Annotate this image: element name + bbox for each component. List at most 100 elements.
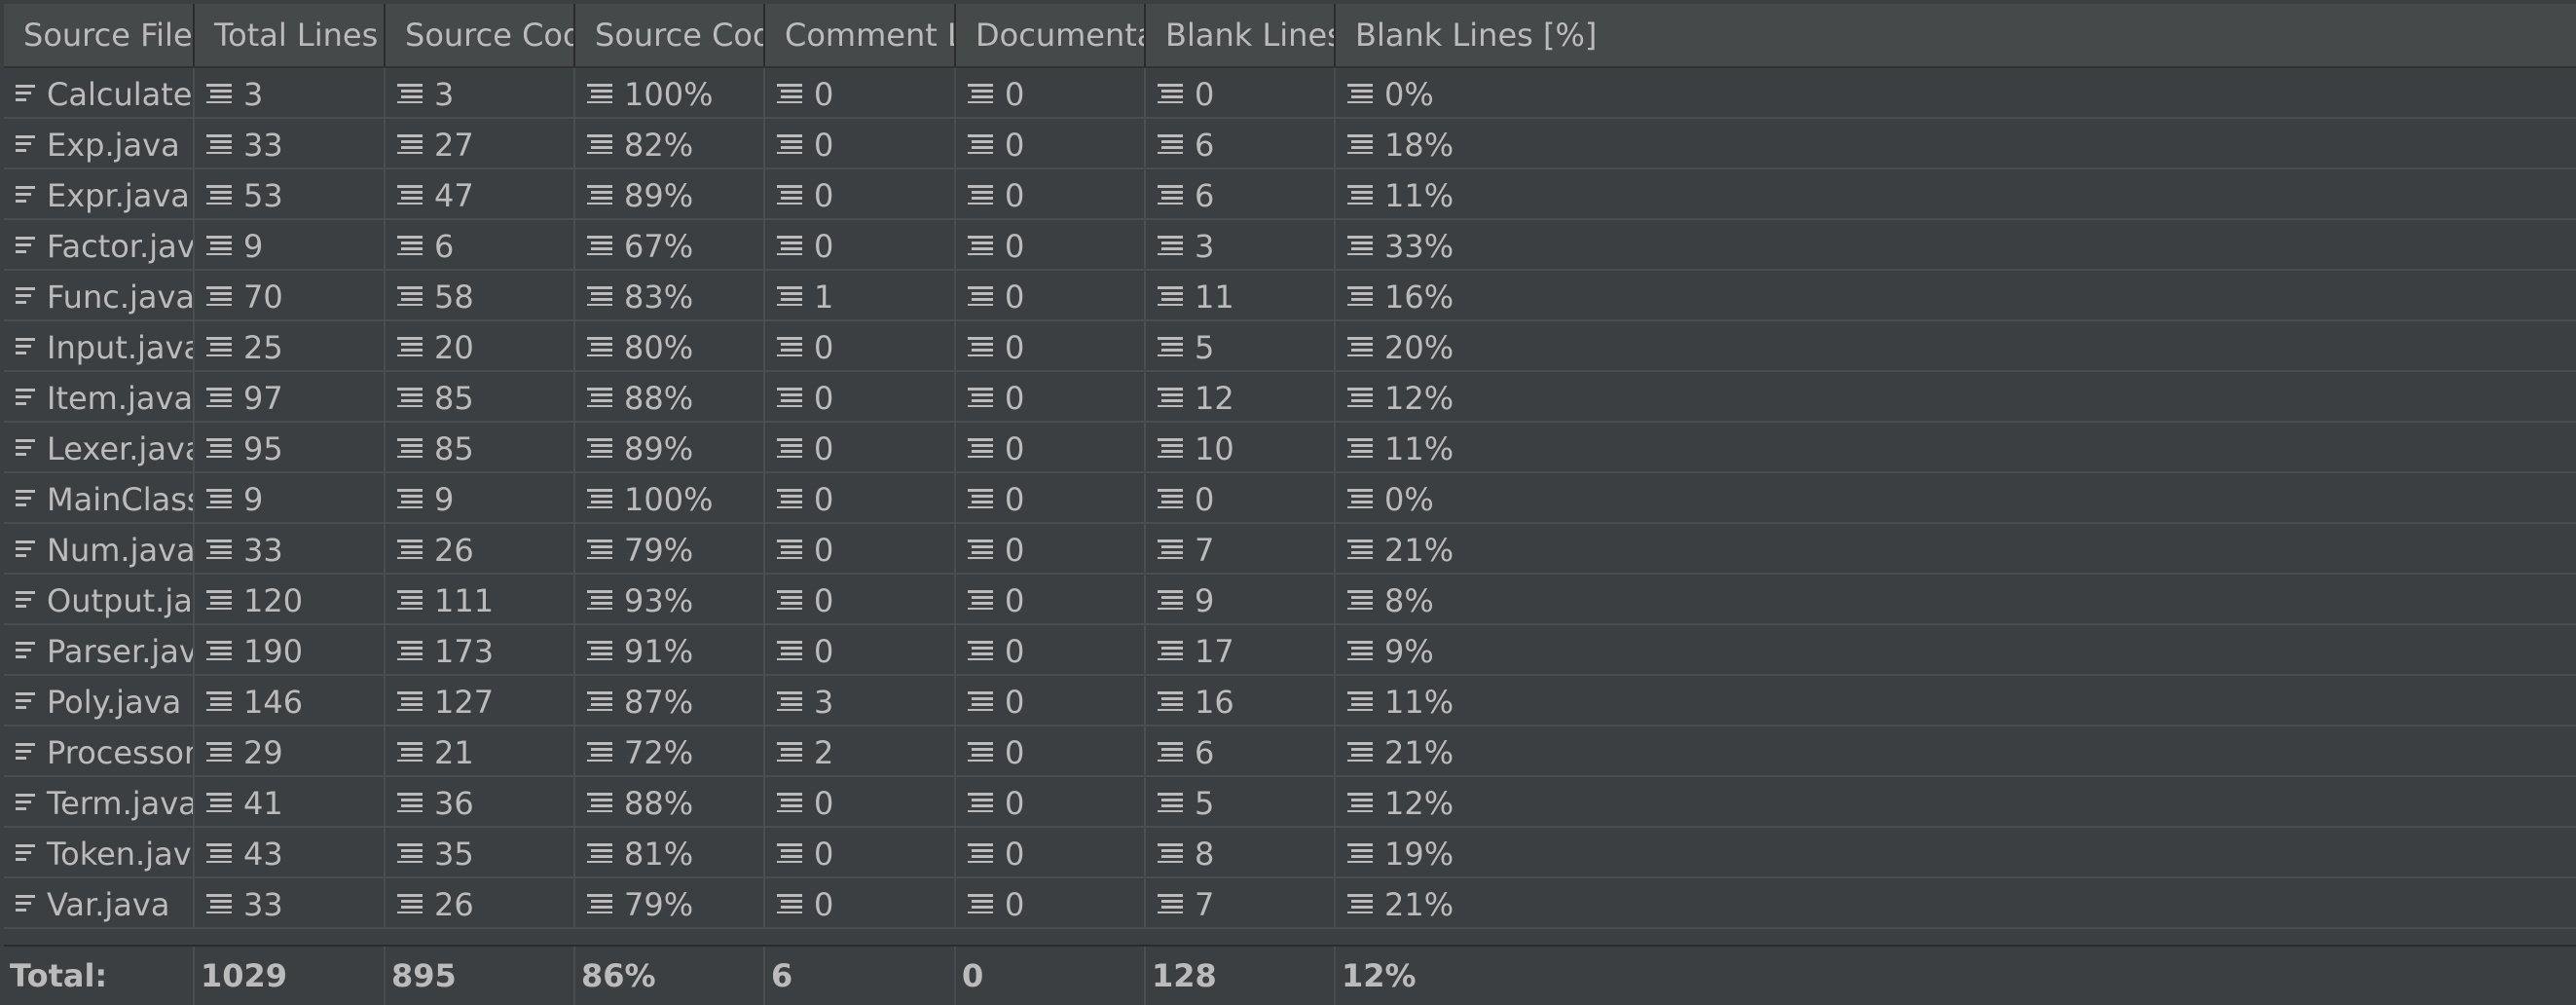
align-lines-icon (775, 639, 804, 660)
cell-value: 11% (1384, 684, 1454, 721)
cell-documentation-lines: 0 (956, 625, 1146, 674)
column-header-documentation-lines[interactable]: Documentation ... (956, 4, 1146, 66)
cell-documentation-lines: 0 (956, 575, 1146, 623)
table-row[interactable]: Parser.java 190 173 91% 0 0 17 9% (4, 625, 2576, 676)
cell-comment-lines: 0 (765, 68, 956, 117)
align-lines-icon (585, 132, 614, 154)
cell-source-code-lines: 85 (386, 423, 575, 471)
align-lines-icon (966, 689, 995, 711)
column-header-source-code-lines[interactable]: Source Code Li... (386, 4, 575, 66)
table-row[interactable]: Output.java 120 111 93% 0 0 9 8% (4, 575, 2576, 625)
cell-value: 5 (1195, 329, 1215, 366)
table-row[interactable]: Poly.java 146 127 87% 3 0 16 11% (4, 676, 2576, 726)
align-lines-icon (775, 284, 804, 306)
column-header-source-code-lines-percent[interactable]: Source Code Li... (575, 4, 765, 66)
table-row[interactable]: Exp.java 33 27 82% 0 0 6 18% (4, 119, 2576, 169)
align-lines-icon (395, 588, 424, 610)
table-row[interactable]: Calculate.java 3 3 100% 0 0 0 0% (4, 68, 2576, 119)
align-lines-icon (204, 132, 234, 154)
metrics-table: Source FileTotal LinesSource Code Li...S… (4, 4, 2576, 1005)
total-documentation-lines: 0 (956, 947, 1146, 1005)
align-lines-icon (775, 892, 804, 913)
cell-source-file: Factor.java (4, 220, 195, 269)
align-lines-icon (395, 639, 424, 660)
table-row[interactable]: Factor.java 9 6 67% 0 0 3 33% (4, 220, 2576, 271)
align-lines-icon (1156, 386, 1185, 407)
cell-value: 18% (1384, 127, 1454, 164)
cell-comment-lines: 2 (765, 726, 956, 775)
cell-source-code-lines-percent: 81% (575, 828, 765, 876)
column-header-comment-lines[interactable]: Comment Lines (765, 4, 956, 66)
align-lines-icon (204, 740, 234, 762)
table-row[interactable]: Item.java 97 85 88% 0 0 12 12% (4, 372, 2576, 423)
cell-value: 8 (1195, 836, 1215, 873)
align-lines-icon (1156, 892, 1185, 913)
cell-source-code-lines-percent: 82% (575, 119, 765, 168)
cell-value: 0% (1384, 481, 1434, 518)
cell-source-code-lines-percent: 91% (575, 625, 765, 674)
align-lines-icon (204, 335, 234, 356)
total-comment-lines: 6 (765, 947, 956, 1005)
align-lines-icon (1345, 689, 1375, 711)
table-row[interactable]: MainClass.java 9 9 100% 0 0 0 0% (4, 473, 2576, 524)
file-lines-icon (14, 689, 39, 711)
cell-value: 33% (1384, 228, 1454, 265)
cell-value: 83% (624, 279, 694, 316)
cell-value: 19% (1384, 836, 1454, 873)
cell-value: 88% (624, 380, 694, 417)
cell-blank-lines: 0 (1146, 473, 1336, 522)
cell-value: Factor.java (47, 228, 195, 265)
cell-value: 0 (814, 228, 834, 265)
cell-blank-lines: 3 (1146, 220, 1336, 269)
cell-source-code-lines: 127 (386, 676, 575, 725)
cell-blank-lines-percent: 20% (1336, 321, 2576, 370)
cell-source-code-lines: 20 (386, 321, 575, 370)
table-row[interactable]: Expr.java 53 47 89% 0 0 6 11% (4, 169, 2576, 220)
cell-source-file: Item.java (4, 372, 195, 421)
table-row[interactable]: Func.java 70 58 83% 1 0 11 16% (4, 271, 2576, 321)
align-lines-icon (585, 487, 614, 508)
align-lines-icon (775, 689, 804, 711)
cell-documentation-lines: 0 (956, 423, 1146, 471)
column-header-blank-lines-percent[interactable]: Blank Lines [%] (1336, 4, 2576, 66)
cell-documentation-lines: 0 (956, 878, 1146, 927)
cell-source-code-lines-percent: 88% (575, 777, 765, 826)
align-lines-icon (1345, 588, 1375, 610)
align-lines-icon (1345, 436, 1375, 458)
file-lines-icon (14, 82, 39, 103)
total-blank-lines-percent: 12% (1342, 957, 1417, 994)
table-row[interactable]: Processor.java 29 21 72% 2 0 6 21% (4, 726, 2576, 777)
table-row[interactable]: Term.java 41 36 88% 0 0 5 12% (4, 777, 2576, 828)
align-lines-icon (775, 740, 804, 762)
cell-blank-lines-percent: 0% (1336, 473, 2576, 522)
cell-total-lines: 190 (195, 625, 386, 674)
align-lines-icon (585, 689, 614, 711)
align-lines-icon (1345, 335, 1375, 356)
table-row[interactable]: Num.java 33 26 79% 0 0 7 21% (4, 524, 2576, 575)
file-lines-icon (14, 588, 39, 610)
file-lines-icon (14, 284, 39, 306)
cell-value: 9% (1384, 633, 1434, 670)
cell-value: 21 (434, 734, 474, 771)
align-lines-icon (395, 791, 424, 812)
cell-blank-lines: 10 (1146, 423, 1336, 471)
cell-documentation-lines: 0 (956, 524, 1146, 573)
table-row[interactable]: Var.java 33 26 79% 0 0 7 21% (4, 878, 2576, 929)
cell-comment-lines: 0 (765, 119, 956, 168)
table-row[interactable]: Lexer.java 95 85 89% 0 0 10 11% (4, 423, 2576, 473)
align-lines-icon (585, 892, 614, 913)
align-lines-icon (775, 82, 804, 103)
column-header-blank-lines[interactable]: Blank Lines (1146, 4, 1336, 66)
column-header-source-file[interactable]: Source File (4, 4, 195, 66)
cell-source-file: Term.java (4, 777, 195, 826)
cell-source-file: Output.java (4, 575, 195, 623)
align-lines-icon (395, 740, 424, 762)
table-row[interactable]: Input.java 25 20 80% 0 0 5 20% (4, 321, 2576, 372)
cell-value: 9 (243, 228, 264, 265)
table-row[interactable]: Token.java 43 35 81% 0 0 8 19% (4, 828, 2576, 878)
align-lines-icon (966, 588, 995, 610)
cell-blank-lines: 9 (1146, 575, 1336, 623)
align-lines-icon (395, 335, 424, 356)
column-header-total-lines[interactable]: Total Lines (195, 4, 386, 66)
cell-value: Item.java (47, 380, 194, 417)
